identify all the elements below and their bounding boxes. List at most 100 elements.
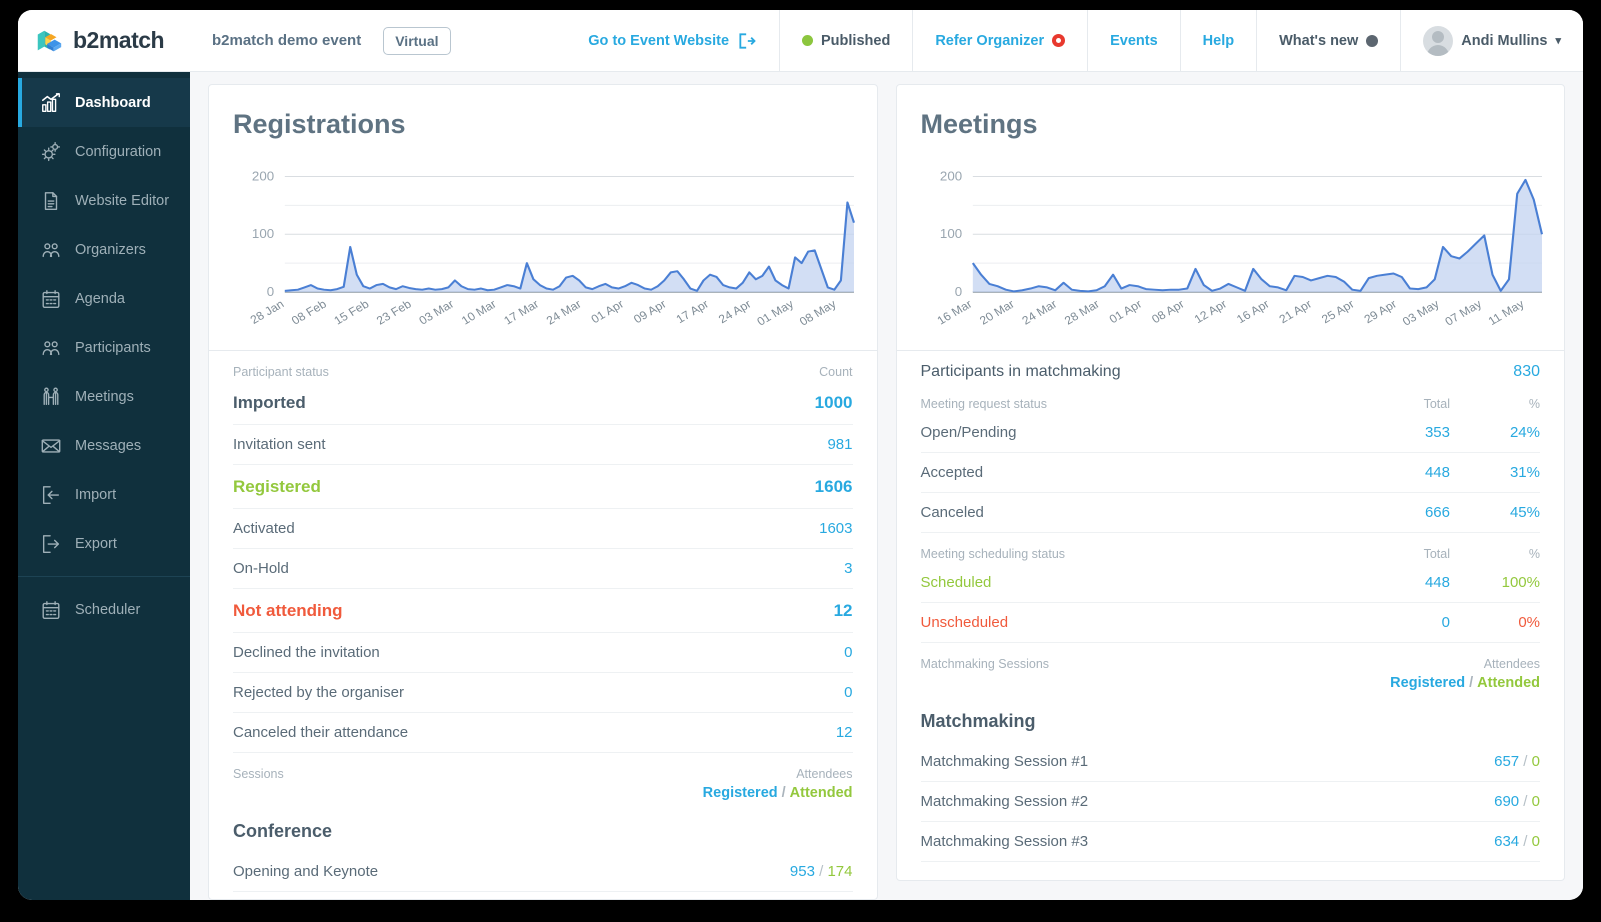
svg-text:09 Apr: 09 Apr (631, 297, 669, 326)
meeting-request-status-header-total: Total (1423, 397, 1450, 411)
row-value: 1000 (814, 392, 853, 412)
row-total: 448 (1424, 574, 1450, 591)
svg-text:08 Feb: 08 Feb (289, 297, 329, 328)
sessions-header-label: Sessions (233, 767, 284, 781)
sidebar-item-dashboard[interactable]: Dashboard (18, 78, 190, 127)
help-link[interactable]: Help (1179, 10, 1256, 72)
matchmaking-sessions-header: Matchmaking Sessions Attendees (921, 643, 1541, 673)
legend-separator: / (1469, 675, 1474, 691)
meetings-stats-table: Participants in matchmaking 830 Meeting … (897, 351, 1565, 880)
events-label: Events (1110, 32, 1158, 49)
whats-new-label: What's new (1279, 32, 1359, 49)
table-row[interactable]: On-Hold 3 (233, 549, 853, 589)
registrations-chart[interactable]: 0 100 200 28 Jan 08 Feb 15 Feb 23 Feb 03 Mar 10 … (209, 146, 877, 351)
svg-text:24 Apr: 24 Apr (716, 297, 754, 326)
sidebar-item-configuration[interactable]: Configuration (18, 127, 190, 176)
attended-value: 0 (1531, 833, 1540, 850)
row-label: Rejected by the organiser (233, 684, 404, 701)
svg-text:0: 0 (267, 284, 274, 299)
sidebar-item-scheduler[interactable]: Scheduler (18, 585, 190, 634)
svg-text:16 Mar: 16 Mar (934, 297, 974, 327)
sidebar-item-website-editor[interactable]: Website Editor (18, 176, 190, 225)
matchmaking-sessions-header-label: Matchmaking Sessions (920, 657, 1050, 671)
row-label: Matchmaking Session #1 (920, 753, 1089, 770)
meetings-chart[interactable]: 0 100 200 16 Mar 20 Mar 24 Mar 28 Mar 01 Apr 08 … (896, 146, 1564, 351)
event-type-badge: Virtual (383, 26, 451, 55)
row-label: Accepted (920, 464, 984, 481)
dot-icon (1366, 34, 1379, 47)
sidebar-item-label: Export (75, 535, 117, 552)
user-menu[interactable]: Andi Mullins ▾ (1400, 10, 1583, 72)
svg-text:16 Apr: 16 Apr (1234, 297, 1272, 326)
table-row[interactable]: Invitation sent 981 (233, 425, 853, 465)
table-row[interactable]: Registered 1606 (233, 465, 853, 509)
brand-logo[interactable]: b2match (18, 26, 190, 56)
sidebar-item-messages[interactable]: Messages (18, 421, 190, 470)
sidebar-item-meetings[interactable]: Meetings (18, 372, 190, 421)
people-group-icon (40, 337, 62, 359)
table-row[interactable]: Unscheduled 0 0% (920, 603, 1540, 643)
table-row[interactable]: Canceled 666 45% (920, 493, 1540, 533)
svg-text:100: 100 (252, 227, 274, 242)
top-navigation: Go to Event Website Published Refer Orga… (566, 10, 1583, 72)
sidebar-item-organizers[interactable]: Organizers (18, 225, 190, 274)
publish-status: Published (779, 10, 912, 72)
table-row[interactable]: Opening and Keynote 953 / 174 (233, 852, 853, 892)
svg-text:11 May: 11 May (1485, 297, 1526, 328)
table-row[interactable]: Matchmaking Session #2 690 / 0 (920, 782, 1540, 822)
table-row[interactable]: Open/Pending 353 24% (920, 413, 1540, 453)
row-value-pair: 953 / 174 (789, 863, 853, 880)
table-row[interactable]: Biotech / Pharma Session741 / 79 (233, 892, 853, 899)
import-arrow-icon (40, 484, 62, 506)
table-row[interactable]: Canceled their attendance 12 (233, 713, 853, 753)
meeting-scheduling-status-header: Meeting scheduling status Total % (921, 533, 1541, 563)
body: Dashboard Configuration Website Editor Orga… (18, 72, 1583, 900)
whats-new-link[interactable]: What's new (1256, 10, 1400, 72)
meetings-panel: Meetings 0 100 200 16 Mar 20 Mar 24 Mar 28 Mar… (895, 84, 1565, 881)
participant-status-header: Participant status Count (233, 351, 853, 381)
matchmaking-group-title: Matchmaking (920, 711, 1036, 731)
meeting-scheduling-status-header-total: Total (1423, 547, 1450, 561)
row-total: 0 (1441, 614, 1450, 631)
export-arrow-icon (40, 533, 62, 555)
row-value: 3 (844, 560, 853, 577)
svg-text:100: 100 (939, 227, 961, 242)
table-row[interactable]: Not attending 12 (233, 589, 853, 633)
registrations-panel: Registrations 0 100 200 28 Jan 08 Feb 15 Feb 2… (208, 84, 878, 900)
sidebar-item-agenda[interactable]: Agenda (18, 274, 190, 323)
row-label: Canceled their attendance (233, 724, 409, 741)
avatar (1423, 25, 1454, 56)
table-row[interactable]: Scheduled 448 100% (920, 563, 1540, 603)
table-row[interactable]: Rejected by the organiser 0 (233, 673, 853, 713)
table-row[interactable]: Accepted 448 31% (920, 453, 1540, 493)
sessions-legend: Registered / Attended (233, 783, 853, 805)
svg-text:17 Mar: 17 Mar (501, 297, 541, 327)
svg-text:23 Feb: 23 Feb (374, 297, 414, 328)
table-row[interactable]: Matchmaking Session #3 634 / 0 (920, 822, 1540, 862)
sidebar-item-import[interactable]: Import (18, 470, 190, 519)
svg-text:15 Feb: 15 Feb (331, 297, 371, 328)
events-link[interactable]: Events (1087, 10, 1180, 72)
participant-status-table: Participant status Count Imported 1000 Inv… (209, 351, 877, 899)
sidebar-item-export[interactable]: Export (18, 519, 190, 568)
registered-value: 634 (1494, 833, 1520, 850)
brand-name: b2match (73, 27, 165, 53)
attended-value: 0 (1531, 793, 1540, 810)
svg-text:08 Apr: 08 Apr (1149, 297, 1187, 326)
table-row[interactable]: Imported 1000 (233, 381, 853, 425)
sidebar-item-participants[interactable]: Participants (18, 323, 190, 372)
svg-text:200: 200 (939, 169, 961, 184)
table-row[interactable]: Declined the invitation 0 (233, 633, 853, 673)
sessions-header: Sessions Attendees (233, 753, 853, 783)
svg-text:12 Apr: 12 Apr (1191, 297, 1229, 326)
top-bar: b2match b2match demo event Virtual Go to… (18, 10, 1583, 72)
svg-text:25 Apr: 25 Apr (1318, 297, 1356, 326)
table-row[interactable]: Activated 1603 (233, 509, 853, 549)
row-total: 448 (1424, 464, 1450, 481)
go-to-event-website-link[interactable]: Go to Event Website (566, 10, 779, 72)
refer-organizer-link[interactable]: Refer Organizer (912, 10, 1087, 72)
table-row[interactable]: Matchmaking Session #1 657 / 0 (920, 742, 1540, 782)
sidebar-item-label: Import (75, 486, 117, 503)
document-icon (40, 190, 62, 212)
registered-value: 953 (789, 863, 815, 880)
